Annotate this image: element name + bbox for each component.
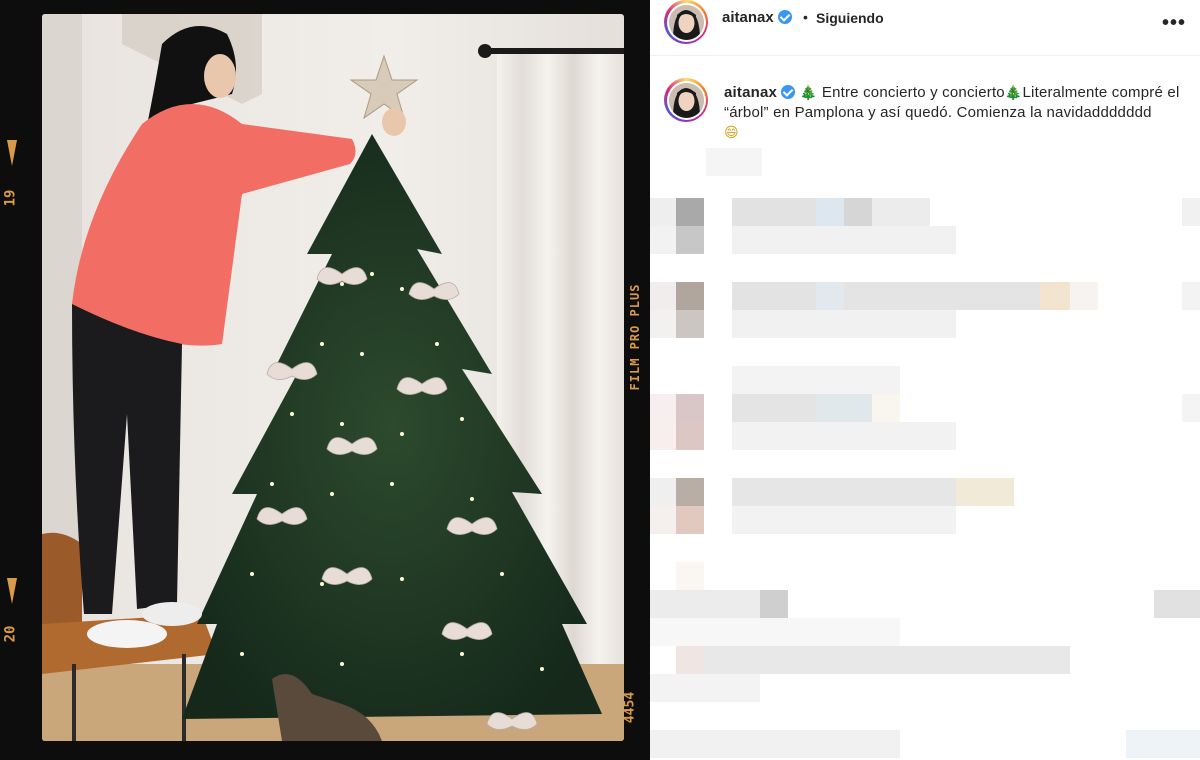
pixel-block (872, 394, 900, 422)
pixel-block (1126, 730, 1200, 758)
pixel-block (676, 646, 704, 674)
avatar-image (668, 82, 704, 118)
film-arrow-icon (7, 140, 17, 166)
avatar-image (668, 4, 704, 40)
pixel-block (676, 562, 704, 590)
pixel-block (704, 646, 1070, 674)
pixel-block (650, 730, 900, 758)
post-photo[interactable] (42, 14, 624, 741)
pixel-block (676, 226, 704, 254)
pixel-block (676, 282, 704, 310)
pixel-block (732, 198, 816, 226)
pixel-block (1182, 394, 1200, 422)
pixel-block (650, 226, 676, 254)
pixel-block (650, 310, 676, 338)
post-username-link[interactable]: aitanax (722, 9, 792, 26)
more-options-icon[interactable]: ••• (1162, 12, 1186, 35)
christmas-tree-emoji: 🎄 (799, 85, 818, 101)
pixel-block (732, 282, 816, 310)
pixel-block (732, 366, 900, 394)
pixel-block (816, 198, 844, 226)
post-username[interactable]: aitanax (722, 9, 774, 26)
pixel-block (956, 478, 1014, 506)
pixel-block (650, 422, 676, 450)
film-arrow-icon (7, 578, 17, 604)
film-brand-label: FILM PRO PLUS (628, 283, 642, 391)
pixel-block (844, 198, 872, 226)
smile-emoji: 😄 (724, 125, 739, 141)
header-separator: • (803, 9, 808, 25)
avatar-face-icon (668, 82, 704, 118)
pixel-block (1182, 282, 1200, 310)
caption-username[interactable]: aitanax (724, 84, 777, 101)
post-header: aitanax • Siguiendo ••• (650, 0, 1200, 56)
pixel-block (1070, 282, 1098, 310)
avatar[interactable] (664, 0, 708, 44)
pixel-block (1154, 590, 1200, 618)
pixel-block (732, 226, 956, 254)
pixel-block (676, 394, 704, 422)
pixel-block (676, 422, 704, 450)
pixel-block (650, 674, 760, 702)
pixel-block (760, 590, 788, 618)
pixel-block (676, 310, 704, 338)
post-panel: aitanax • Siguiendo ••• aitanax 🎄 Entre … (650, 0, 1200, 760)
caption-text-part: Entre concierto y concierto (817, 84, 1005, 101)
verified-badge-icon (781, 85, 796, 99)
film-code-label: 4454 (622, 691, 638, 724)
pixel-block (732, 422, 956, 450)
pixel-block (676, 506, 704, 534)
pixel-block (676, 478, 704, 506)
film-frame-number: 20 (2, 625, 19, 643)
pixel-block (732, 394, 816, 422)
pixel-block (872, 198, 930, 226)
pixel-block (650, 618, 900, 646)
avatar-face-icon (668, 4, 704, 40)
post-photo-pane: 19 20 FILM PRO PLUS 4454 (0, 0, 650, 760)
pixel-block (732, 478, 956, 506)
following-button[interactable]: Siguiendo (816, 10, 884, 26)
pixel-block (650, 478, 676, 506)
pixel-block (650, 198, 676, 226)
pixel-block (706, 148, 762, 176)
pixel-block (650, 394, 676, 422)
pixel-block (650, 506, 676, 534)
film-frame-number: 19 (2, 189, 19, 207)
avatar-border (666, 80, 706, 120)
pixel-block (816, 394, 872, 422)
pixel-block (732, 506, 956, 534)
pixel-block (1182, 198, 1200, 226)
pixel-block (1040, 282, 1070, 310)
pixelated-comments (650, 148, 1200, 760)
pixel-block (650, 282, 676, 310)
caption-avatar[interactable] (664, 78, 708, 122)
pixel-block (650, 590, 760, 618)
christmas-tree-emoji: 🎄 (1004, 85, 1023, 101)
pixel-block (816, 282, 844, 310)
pixel-block (676, 198, 704, 226)
caption-text: aitanax 🎄 Entre concierto y concierto🎄Li… (724, 83, 1200, 143)
christmas-tree-photo (42, 14, 624, 741)
pixel-block (844, 282, 1040, 310)
avatar-border (666, 2, 706, 42)
pixel-block (732, 310, 956, 338)
verified-badge-icon (777, 10, 792, 24)
